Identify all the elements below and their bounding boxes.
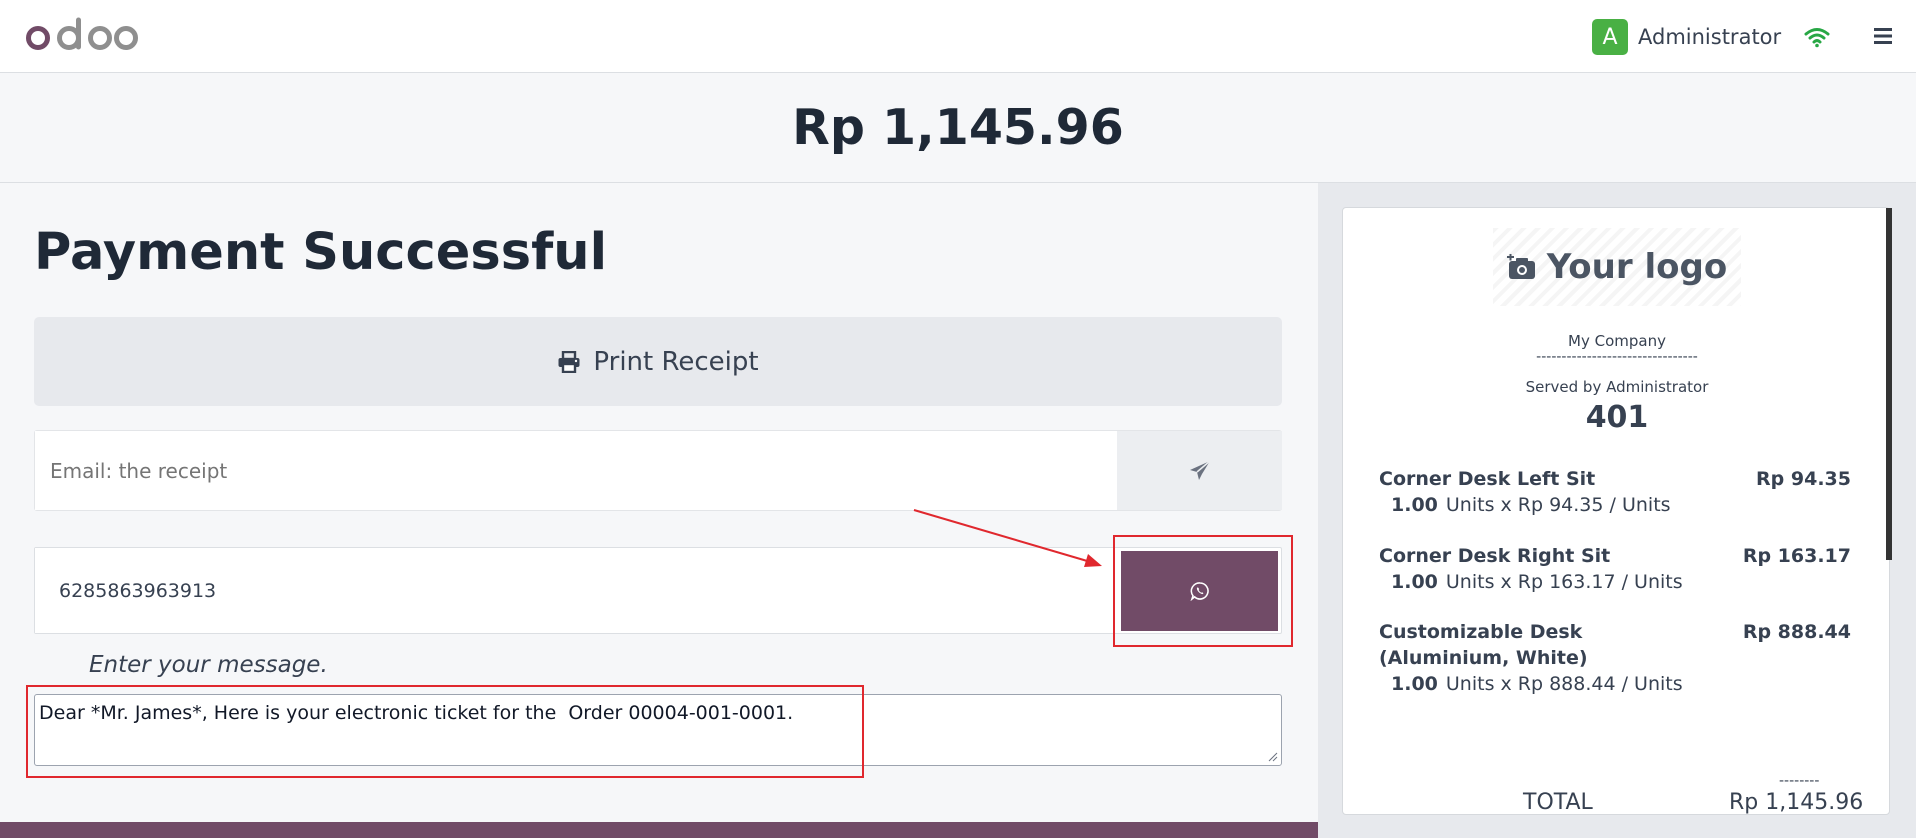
paper-plane-icon (1189, 459, 1210, 480)
payment-panel: Payment Successful Print Receipt Email: … (0, 183, 1318, 838)
total-value: Rp 1,145.96 (1729, 790, 1864, 815)
page-title: Payment Successful (34, 223, 608, 282)
message-label: Enter your message. (89, 652, 328, 678)
line-qty-value: 1.00 (1391, 571, 1438, 593)
print-receipt-label: Print Receipt (593, 346, 759, 377)
printer-icon (558, 350, 580, 373)
email-input[interactable] (35, 431, 1117, 510)
line-qty-value: 1.00 (1391, 673, 1438, 695)
total-separator: -------- (1779, 773, 1820, 789)
user-name: Administrator (1638, 25, 1782, 49)
odoo-logo-graphic (26, 17, 138, 50)
send-email-button[interactable] (1117, 431, 1282, 510)
email-receipt-row (34, 430, 1282, 511)
camera-plus-icon (1506, 254, 1535, 279)
line-product-name: Customizable Desk (Aluminium, White) (1379, 621, 1588, 669)
served-by: Served by Administrator (1525, 378, 1709, 396)
separator: -------------------------------- (1536, 349, 1698, 365)
order-number: 401 (1585, 400, 1649, 435)
resize-grip-icon[interactable] (1266, 750, 1278, 762)
new-order-bar[interactable] (0, 822, 1318, 838)
receipt-line: Corner Desk Left Sit Rp 94.35 1.00 Units … (1379, 466, 1851, 526)
line-quantity: 1.00 Units x Rp 163.17 / Units (1391, 569, 1683, 595)
total-label: TOTAL (1523, 790, 1593, 815)
wifi-icon (1804, 28, 1830, 48)
odoo-logo[interactable] (26, 14, 140, 56)
avatar: A (1592, 19, 1628, 55)
line-quantity: 1.00 Units x Rp 94.35 / Units (1391, 492, 1671, 518)
total-amount: Rp 1,145.96 (792, 99, 1124, 156)
receipt-panel: Your logo My Company -------------------… (1318, 183, 1916, 838)
receipt-line: Customizable Desk (Aluminium, White) Rp … (1379, 619, 1851, 705)
top-navbar: A Administrator (0, 0, 1916, 73)
line-price: Rp 163.17 (1742, 545, 1851, 567)
message-highlight-box (26, 685, 864, 778)
print-receipt-button[interactable]: Print Receipt (34, 317, 1282, 406)
annotation-arrow (913, 509, 1102, 567)
receipt-logo-placeholder: Your logo (1493, 228, 1741, 306)
whatsapp-highlight-box (1113, 535, 1293, 647)
amount-header: Rp 1,145.96 (0, 73, 1916, 183)
your-logo-text: Your logo (1546, 247, 1728, 287)
receipt-scrollbar[interactable] (1886, 208, 1892, 560)
line-quantity: 1.00 Units x Rp 888.44 / Units (1391, 671, 1683, 697)
line-qty-detail: Units x Rp 163.17 / Units (1445, 571, 1683, 593)
receipt-line: Corner Desk Right Sit Rp 163.17 1.00 Unit… (1379, 543, 1851, 603)
line-qty-detail: Units x Rp 888.44 / Units (1445, 673, 1683, 695)
line-qty-value: 1.00 (1391, 494, 1438, 516)
hamburger-menu-icon[interactable] (1870, 26, 1896, 46)
line-qty-detail: Units x Rp 94.35 / Units (1445, 494, 1671, 516)
company-name: My Company (1568, 332, 1666, 350)
line-product-name: Corner Desk Right Sit (1379, 545, 1611, 567)
user-menu[interactable]: A Administrator (1592, 19, 1781, 55)
receipt-preview: Your logo My Company -------------------… (1342, 207, 1890, 815)
receipt-total: TOTAL Rp 1,145.96 (1343, 790, 1889, 815)
line-price: Rp 888.44 (1742, 621, 1851, 643)
line-price: Rp 94.35 (1756, 468, 1851, 490)
line-product-name: Corner Desk Left Sit (1379, 468, 1596, 490)
